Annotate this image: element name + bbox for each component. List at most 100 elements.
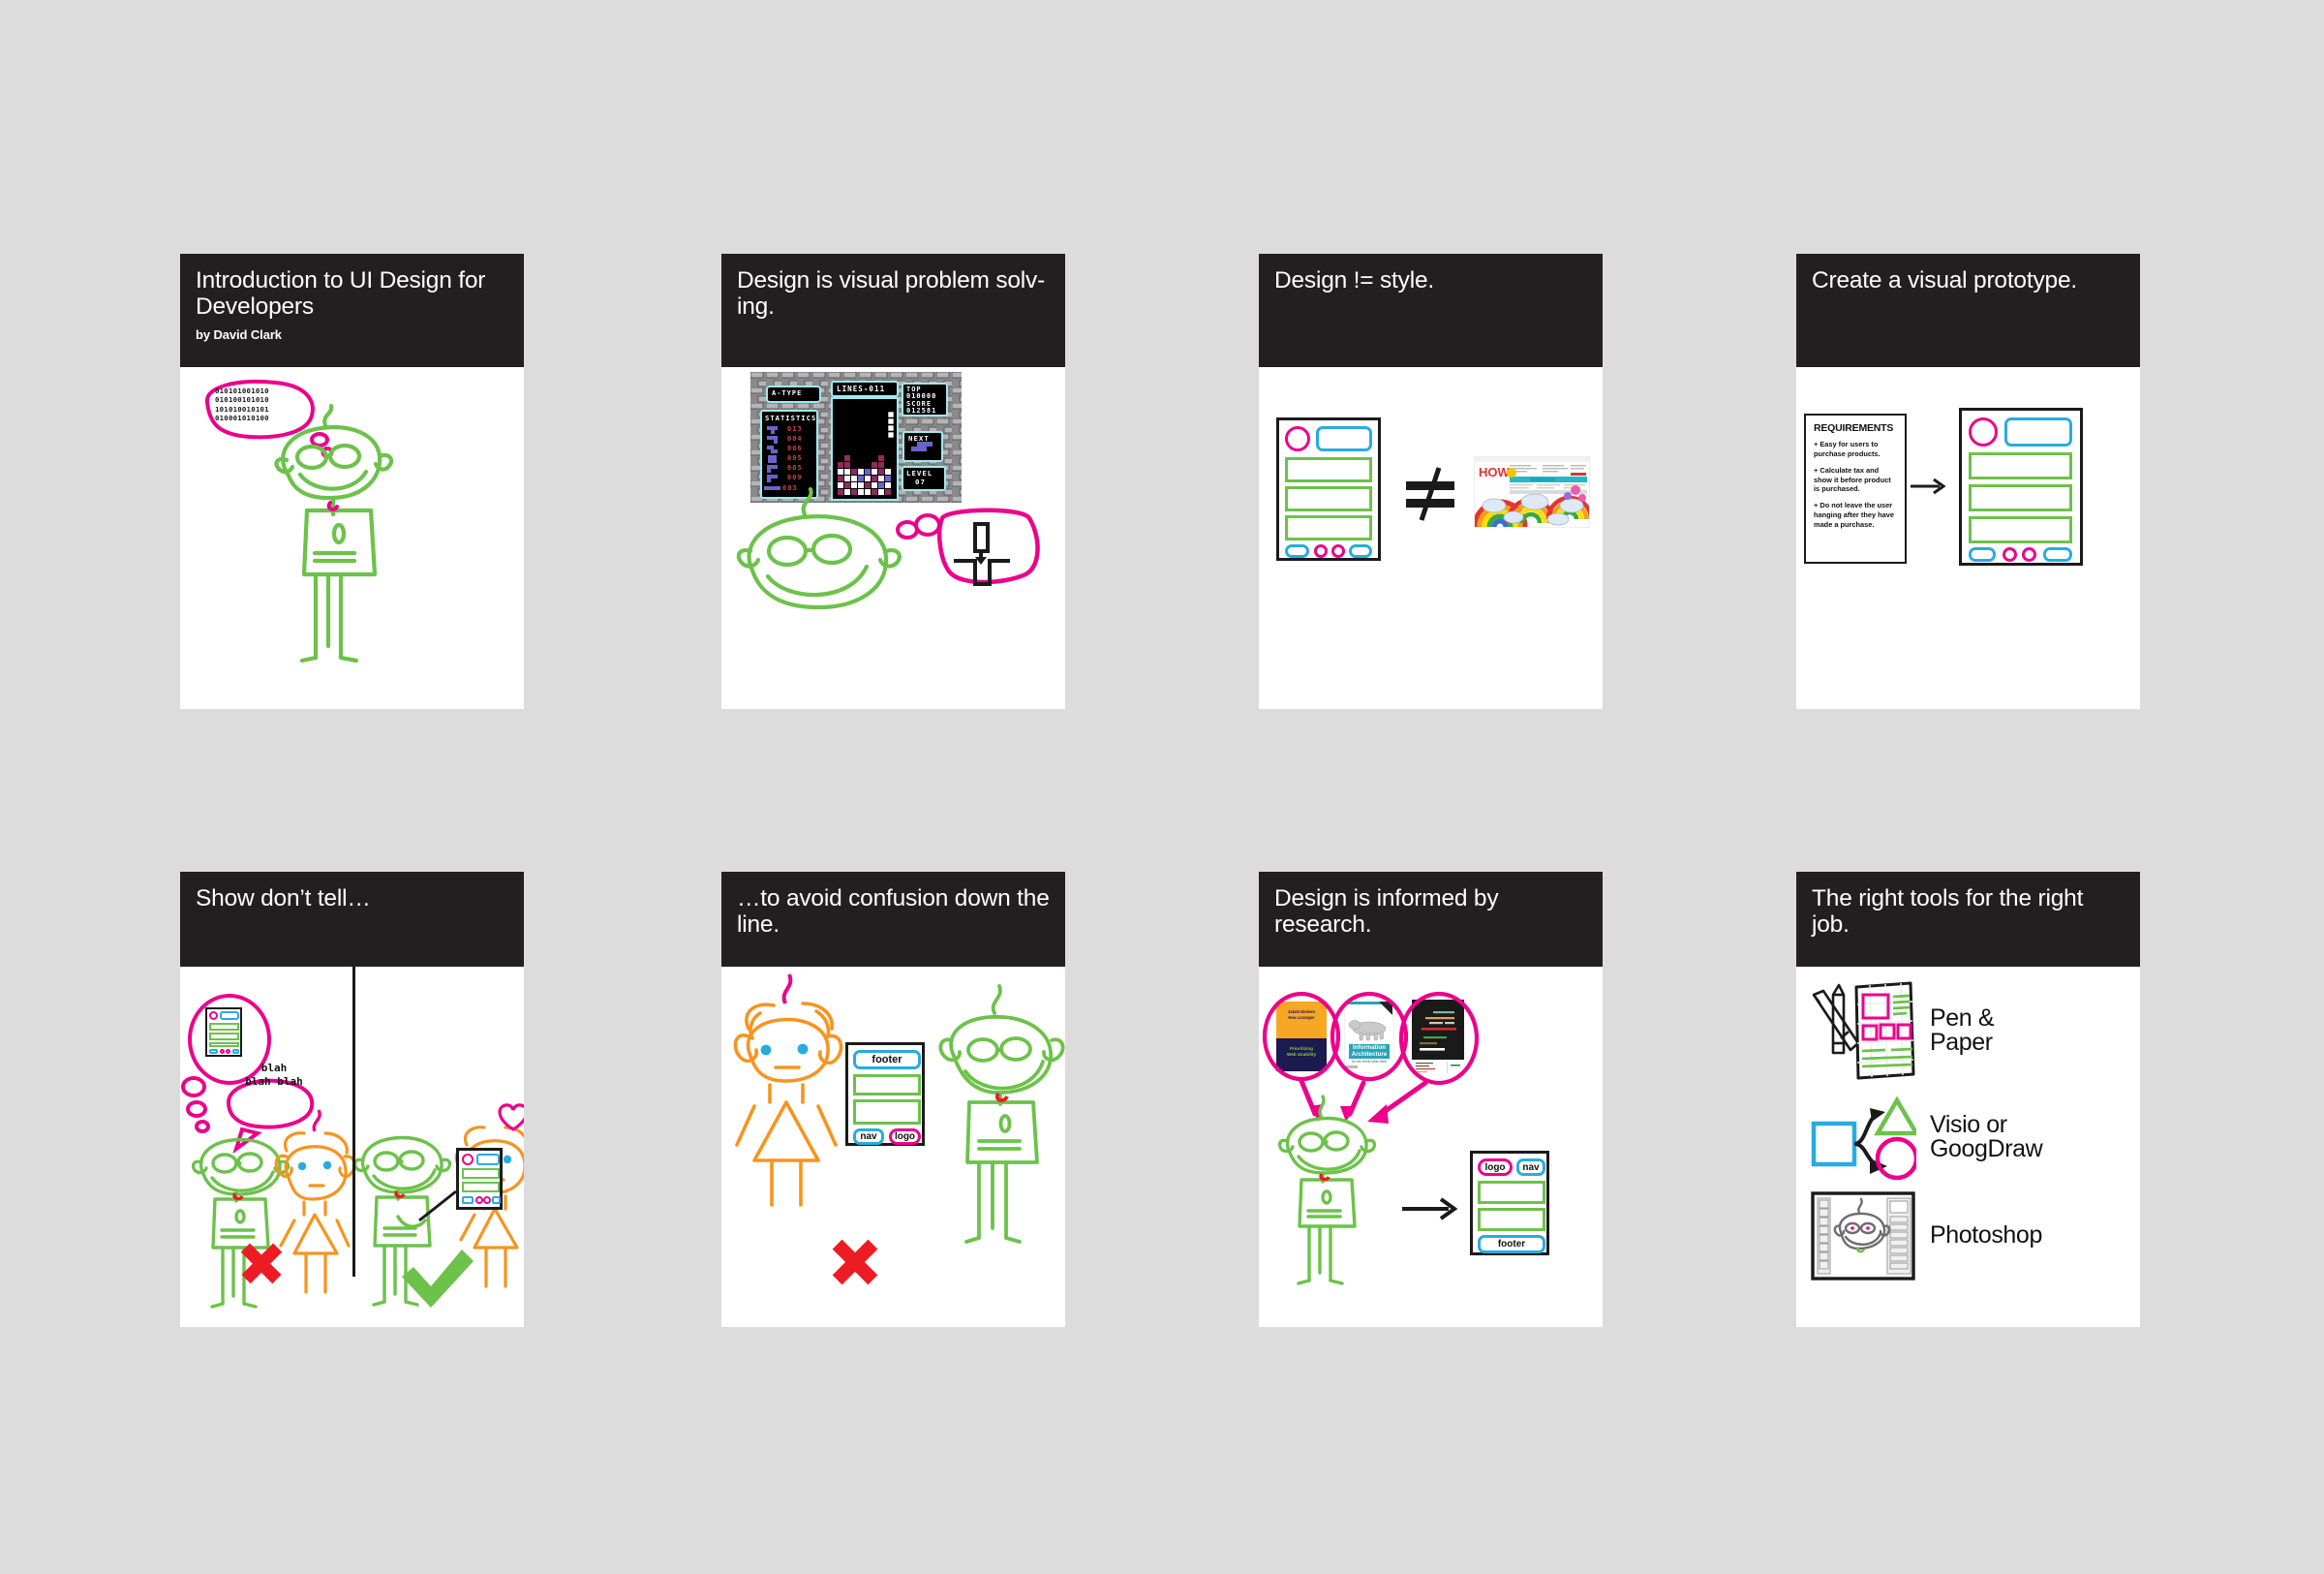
slide-3[interactable]: Design != style. HOW	[1259, 254, 1603, 709]
rw-c2	[462, 1182, 500, 1192]
lw-c1	[209, 1023, 239, 1031]
slide-6-sketch	[733, 973, 1065, 1285]
rwf-nav-label: nav	[1522, 1161, 1540, 1173]
slide-1-body: 010101001010 010100101010 101010010101 0…	[180, 367, 524, 709]
binary-thought-text: 010101001010 010100101010 101010010101 0…	[215, 386, 269, 423]
photoshop-window-icon	[1811, 1191, 1915, 1281]
rw-f4	[492, 1196, 501, 1204]
lw-f1	[209, 1049, 218, 1054]
requirements-item-0: + Easy for users to purchase products.	[1814, 440, 1881, 458]
slide-8[interactable]: The right tools for the right job. Pen &…	[1796, 872, 2140, 1327]
proto-footer-right	[2043, 547, 2072, 562]
cw-bottom-left-label: nav	[860, 1131, 877, 1142]
slide-5-body: blah blah blah	[180, 967, 524, 1327]
slide-8-title: The right tools for the right job.	[1812, 885, 2084, 939]
book-3	[1412, 1000, 1464, 1075]
tool-2-name: Photoshop	[1930, 1221, 2042, 1250]
lw-c2	[209, 1033, 239, 1040]
cw-content-2	[853, 1099, 921, 1125]
proto-logo-circle	[1969, 417, 1998, 447]
slide-4[interactable]: Create a visual prototype. REQUIREMENTS …	[1796, 254, 2140, 709]
cw-content-1	[853, 1074, 921, 1096]
right-panel-sketch	[355, 1103, 524, 1308]
wireframe-content-1	[1285, 457, 1372, 482]
slide-1[interactable]: Introduction to UI Design for Developers…	[180, 254, 524, 709]
slide-2-title: Design is visual problem solv- ing.	[737, 267, 1046, 321]
book-1-authors: Jakob Nielsen Hoa Loranger	[1287, 1009, 1316, 1020]
proto-footer-left	[1969, 547, 1996, 562]
wireframe-good	[1276, 417, 1381, 561]
requirements-item-1: + Calculate tax and show it before produ…	[1814, 465, 1891, 494]
slide-contact-sheet: Introduction to UI Design for Developers…	[0, 0, 2324, 1574]
prototype-wireframe	[1959, 408, 2083, 566]
slide-2-body: A-TYPE LINES-011 TOP 010000 SCORE 012581…	[721, 367, 1065, 709]
book-1: Jakob Nielsen Hoa Loranger Prioritizing …	[1276, 1002, 1327, 1071]
slide-4-title: Create a visual prototype.	[1812, 267, 2077, 293]
result-wireframe: logo nav footer	[1470, 1151, 1549, 1255]
slide-6[interactable]: …to avoid confusion down the line. foote…	[721, 872, 1065, 1327]
rwf-nav-box[interactable]: nav	[1516, 1158, 1545, 1176]
rwf-footer-box[interactable]: footer	[1478, 1235, 1545, 1253]
lw-nav	[220, 1011, 239, 1020]
proto-content-3	[1969, 516, 2072, 543]
cw-top-label: footer	[872, 1054, 902, 1065]
rw-nav	[476, 1154, 500, 1165]
cw-bottom-right-box[interactable]: logo	[889, 1128, 921, 1145]
wireframe-footer-left	[1285, 544, 1309, 558]
wireframe-logo-circle	[1285, 426, 1310, 451]
proto-footer-dot-1	[2003, 547, 2017, 562]
slide-3-title: Design != style.	[1274, 267, 1434, 293]
proto-nav-bar	[2004, 417, 2072, 447]
slide-3-header: Design != style.	[1259, 254, 1603, 367]
slide-7-body: Jakob Nielsen Hoa Loranger Prioritizing …	[1259, 967, 1603, 1327]
requirements-box: REQUIREMENTS + Easy for users to purchas…	[1804, 414, 1907, 564]
wireframe-footer-right	[1349, 544, 1372, 558]
slide-7-header: Design is informed by research.	[1259, 872, 1603, 967]
rwf-footer-label: footer	[1497, 1239, 1526, 1250]
book-2-title: Information Architecture	[1351, 1044, 1388, 1059]
slide-2-sketch	[736, 486, 1040, 610]
requirements-item-2: + Do not leave the user hanging after th…	[1814, 501, 1894, 529]
tool-row-visio[interactable]: Visio or GoogDraw	[1810, 1091, 2140, 1184]
confused-wireframe: footer nav logo	[845, 1042, 925, 1146]
proto-content-1	[1969, 452, 2072, 479]
slide-2[interactable]: Design is visual problem solv- ing. A-TY…	[721, 254, 1065, 709]
slide-1-subtitle: by David Clark	[196, 326, 282, 342]
left-thought-wireframe	[205, 1007, 242, 1057]
rw-logo	[462, 1154, 474, 1165]
slide-5-header: Show don’t tell…	[180, 872, 524, 967]
slide-3-body: HOW	[1259, 367, 1603, 709]
cw-bottom-left-box[interactable]: nav	[853, 1128, 884, 1145]
rw-f1	[462, 1196, 474, 1204]
book-1-title: Prioritizing Web Usability	[1286, 1046, 1317, 1058]
wireframe-footer-dot-2	[1331, 544, 1345, 558]
slide-5[interactable]: Show don’t tell… blah blah blah	[180, 872, 524, 1327]
rwf-content-2	[1478, 1208, 1545, 1231]
rw-f2	[475, 1196, 483, 1204]
tool-1-name: Visio or GoogDraw	[1930, 1110, 2043, 1162]
cw-bottom-right-label: logo	[894, 1131, 916, 1142]
right-arrow-icon	[1911, 478, 1946, 495]
proto-content-2	[1969, 484, 2072, 511]
pencil-and-paper-sketch-icon	[1812, 981, 1915, 1080]
lw-f2	[220, 1049, 225, 1054]
rw-c1	[462, 1168, 500, 1179]
slide-4-body: REQUIREMENTS + Easy for users to purchas…	[1796, 367, 2140, 709]
tool-row-photoshop[interactable]: Photoshop	[1810, 1186, 2140, 1286]
svg-text:HOW: HOW	[1479, 465, 1511, 479]
not-equal-icon	[1406, 467, 1454, 521]
slide-7[interactable]: Design is informed by research. Jakob Ni…	[1259, 872, 1603, 1327]
slide-8-body: Pen & Paper Visio or GoogDraw Photoshop	[1796, 967, 2140, 1327]
rwf-logo-box[interactable]: logo	[1478, 1158, 1513, 1176]
how-magazine-screenshot: HOW	[1474, 456, 1590, 528]
slide-8-header: The right tools for the right job.	[1796, 872, 2140, 967]
lw-f4	[232, 1049, 239, 1054]
tool-row-pen-paper[interactable]: Pen & Paper	[1810, 972, 2140, 1089]
slide-1-title: Introduction to UI Design for Developers	[196, 267, 486, 321]
slide-5-title: Show don’t tell…	[196, 885, 371, 911]
wireframe-content-2	[1285, 486, 1372, 511]
lw-f3	[226, 1049, 230, 1054]
wireframe-content-3	[1285, 515, 1372, 540]
cw-top-label-box[interactable]: footer	[853, 1050, 921, 1069]
book-2-subtitle: for the World Wide Web	[1352, 1060, 1387, 1064]
